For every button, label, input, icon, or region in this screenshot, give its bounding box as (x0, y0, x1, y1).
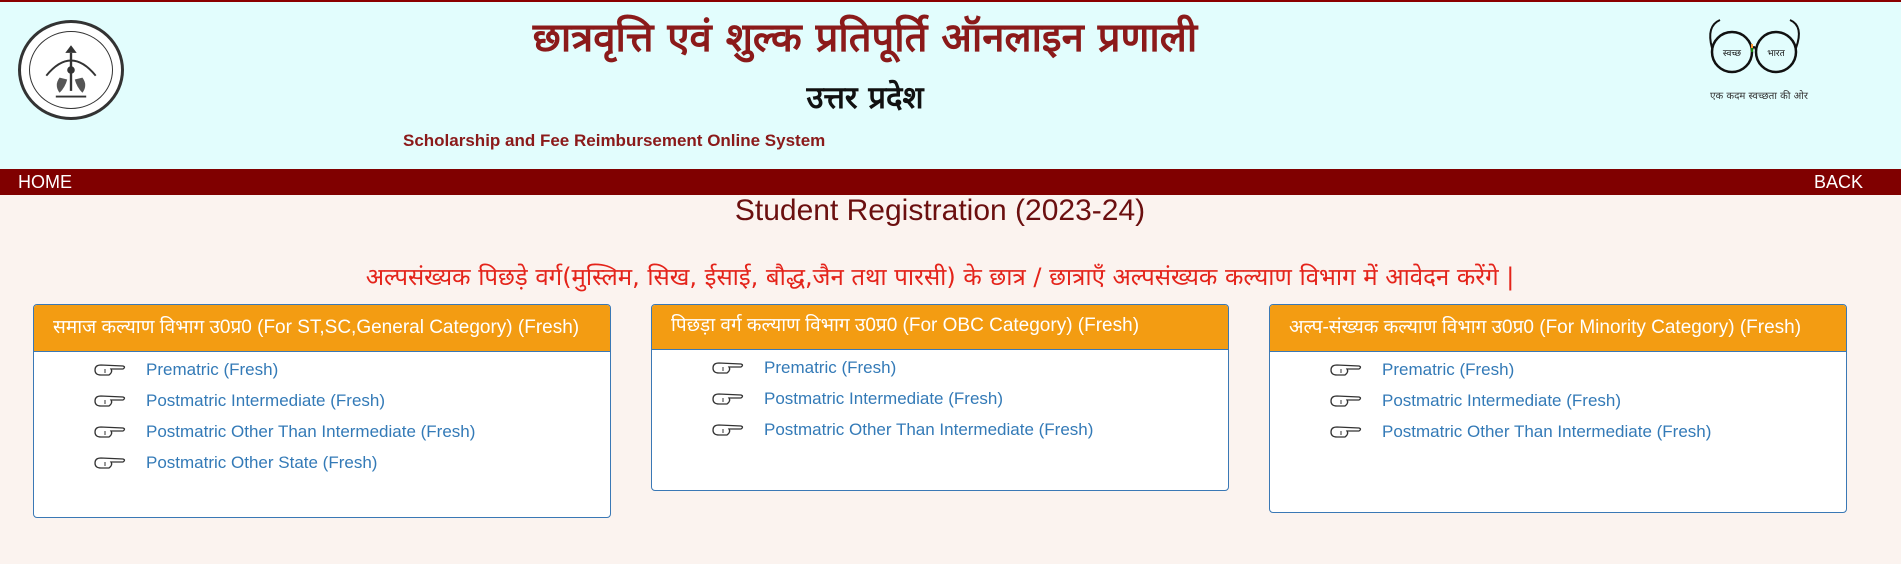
swachh-tagline: एक कदम स्वच्छता की ओर (1710, 91, 1808, 102)
card-link-list: Prematric (Fresh) Postmatric Intermediat… (34, 352, 610, 478)
pointing-hand-icon (1330, 425, 1362, 438)
page-title: Student Registration (2023-24) (734, 194, 1146, 227)
list-item: Postmatric Other State (Fresh) (93, 447, 610, 478)
postmatric-other-than-intermediate-link[interactable]: Postmatric Other Than Intermediate (Fres… (146, 422, 475, 442)
card-heading: अल्प-संख्यक कल्याण विभाग उ0प्र0 (For Min… (1270, 305, 1846, 352)
swachh-word-right: भारत (1767, 49, 1785, 59)
pointing-hand-icon (1330, 394, 1362, 407)
site-header: छात्रवृत्ति एवं शुल्क प्रतिपूर्ति ऑनलाइन… (0, 0, 1901, 169)
card-link-list: Prematric (Fresh) Postmatric Intermediat… (1270, 352, 1846, 447)
list-item: Postmatric Intermediate (Fresh) (711, 383, 1228, 414)
pointing-hand-icon (712, 423, 744, 436)
swachh-bharat-spectacles-icon: स्वच्छ भारत (1709, 19, 1800, 74)
list-item: Postmatric Intermediate (Fresh) (1329, 385, 1846, 416)
swachh-bharat-logo: स्वच्छ भारत एक कदम स्वच्छता की ओर (1700, 12, 1820, 102)
pointing-hand-icon (712, 361, 744, 374)
card-link-list: Prematric (Fresh) Postmatric Intermediat… (652, 350, 1228, 445)
home-link[interactable]: HOME (18, 172, 72, 193)
pointing-hand-icon (94, 425, 126, 438)
top-navbar: HOME BACK (0, 169, 1901, 195)
prematric-fresh-link[interactable]: Prematric (Fresh) (764, 358, 896, 378)
postmatric-other-state-link[interactable]: Postmatric Other State (Fresh) (146, 453, 377, 473)
header-title-english: Scholarship and Fee Reimbursement Online… (403, 131, 826, 150)
postmatric-intermediate-link[interactable]: Postmatric Intermediate (Fresh) (764, 389, 1003, 409)
list-item: Prematric (Fresh) (711, 352, 1228, 383)
minority-notice: अल्पसंख्यक पिछड़े वर्ग(मुस्लिम, सिख, ईसा… (365, 263, 1515, 291)
pointing-hand-icon (712, 392, 744, 405)
card-heading: समाज कल्याण विभाग उ0प्र0 (For ST,SC,Gene… (34, 305, 610, 352)
pointing-hand-icon (1330, 363, 1362, 376)
list-item: Postmatric Intermediate (Fresh) (93, 385, 610, 416)
postmatric-intermediate-link[interactable]: Postmatric Intermediate (Fresh) (1382, 391, 1621, 411)
postmatric-other-than-intermediate-link[interactable]: Postmatric Other Than Intermediate (Fres… (1382, 422, 1711, 442)
postmatric-other-than-intermediate-link[interactable]: Postmatric Other Than Intermediate (Fres… (764, 420, 1093, 440)
list-item: Postmatric Other Than Intermediate (Fres… (93, 416, 610, 447)
back-link[interactable]: BACK (1814, 172, 1863, 193)
postmatric-intermediate-link[interactable]: Postmatric Intermediate (Fresh) (146, 391, 385, 411)
list-item: Prematric (Fresh) (93, 354, 610, 385)
swachh-word-left: स्वच्छ (1723, 49, 1742, 59)
list-item: Prematric (Fresh) (1329, 354, 1846, 385)
header-state-name: उत्तर प्रदेश (806, 80, 924, 116)
prematric-fresh-link[interactable]: Prematric (Fresh) (146, 360, 278, 380)
header-title-hindi: छात्रवृत्ति एवं शुल्क प्रतिपूर्ति ऑनलाइन… (532, 14, 1198, 61)
prematric-fresh-link[interactable]: Prematric (Fresh) (1382, 360, 1514, 380)
samaj-kalyan-card: समाज कल्याण विभाग उ0प्र0 (For ST,SC,Gene… (33, 304, 611, 518)
list-item: Postmatric Other Than Intermediate (Fres… (1329, 416, 1846, 447)
pointing-hand-icon (94, 394, 126, 407)
card-heading: पिछड़ा वर्ग कल्याण विभाग उ0प्र0 (For OBC… (652, 305, 1228, 350)
list-item: Postmatric Other Than Intermediate (Fres… (711, 414, 1228, 445)
pointing-hand-icon (94, 363, 126, 376)
alpsankhyak-kalyan-card: अल्प-संख्यक कल्याण विभाग उ0प्र0 (For Min… (1269, 304, 1847, 513)
pichhda-varg-kalyan-card: पिछड़ा वर्ग कल्याण विभाग उ0प्र0 (For OBC… (651, 304, 1229, 491)
pointing-hand-icon (94, 456, 126, 469)
